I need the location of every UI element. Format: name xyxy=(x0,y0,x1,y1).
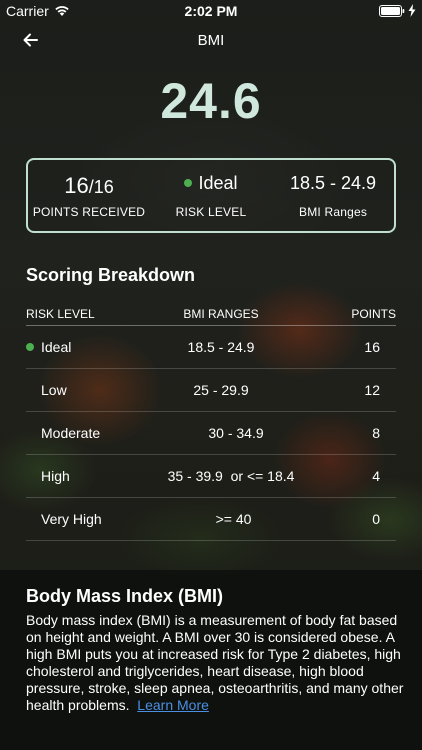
points-summary: 16 /16 POINTS RECEIVED xyxy=(28,160,150,231)
row-bmi-range: 25 - 29.9 xyxy=(193,382,249,398)
row-risk-level: Very High xyxy=(41,511,102,527)
status-bar: Carrier 2:02 PM xyxy=(0,0,422,22)
table-row: High 35 - 39.9 or <= 18.4 4 xyxy=(26,455,396,498)
row-points: 8 xyxy=(372,425,380,441)
row-points: 0 xyxy=(372,511,380,527)
status-time: 2:02 PM xyxy=(184,3,238,19)
back-arrow-icon[interactable] xyxy=(20,30,42,50)
scoring-table: RISK LEVEL BMI RANGES POINTS Ideal 18.5 … xyxy=(26,302,396,541)
row-bmi-range: >= 40 xyxy=(215,511,252,527)
table-row: Very High >= 40 0 xyxy=(26,498,396,541)
navigation-bar: BMI xyxy=(0,22,422,58)
about-bmi-description: Body mass index (BMI) is a measurement o… xyxy=(26,612,404,713)
points-label: POINTS RECEIVED xyxy=(32,204,146,219)
row-points: 16 xyxy=(364,339,380,355)
table-row: Low 25 - 29.9 12 xyxy=(26,369,396,412)
range-value: 18.5 - 24.9 xyxy=(289,172,377,193)
row-risk-level: High xyxy=(41,468,70,484)
row-risk-level: Moderate xyxy=(41,425,101,441)
risk-indicator-dot xyxy=(184,178,193,187)
risk-value-group: Ideal xyxy=(184,172,238,199)
table-row: Ideal 18.5 - 24.9 16 xyxy=(26,326,396,369)
row-risk-level: Low xyxy=(41,382,67,398)
row-bmi-range: 35 - 39.9 or <= 18.4 xyxy=(167,468,295,484)
current-level-dot xyxy=(26,343,34,351)
risk-summary: Ideal RISK LEVEL xyxy=(150,160,272,231)
summary-card: 16 /16 POINTS RECEIVED Ideal RISK LEVEL … xyxy=(26,158,396,233)
row-risk-cell: Ideal xyxy=(26,339,146,355)
header-risk-level: RISK LEVEL xyxy=(26,306,95,321)
table-header: RISK LEVEL BMI RANGES POINTS xyxy=(26,302,396,326)
points-total: /16 xyxy=(88,176,114,197)
row-points: 12 xyxy=(364,382,380,398)
range-summary: 18.5 - 24.9 BMI Ranges xyxy=(272,160,394,231)
scoring-breakdown-title: Scoring Breakdown xyxy=(26,265,196,285)
points-value-group: 16 /16 xyxy=(64,173,114,199)
points-value: 16 xyxy=(64,172,89,198)
range-label: BMI Ranges xyxy=(298,204,368,219)
row-points: 4 xyxy=(372,468,380,484)
battery-icon xyxy=(379,4,405,17)
header-points: POINTS xyxy=(351,306,396,321)
row-bmi-range: 18.5 - 24.9 xyxy=(187,339,255,355)
risk-label: RISK LEVEL xyxy=(175,204,247,219)
about-bmi-title: Body Mass Index (BMI) xyxy=(26,586,224,606)
status-right xyxy=(379,4,416,17)
header-bmi-ranges: BMI RANGES xyxy=(183,306,259,321)
charging-bolt-icon xyxy=(408,4,416,17)
learn-more-link[interactable]: Learn More xyxy=(137,697,209,713)
table-row: Moderate 30 - 34.9 8 xyxy=(26,412,396,455)
row-risk-level: Ideal xyxy=(41,339,72,355)
risk-value: Ideal xyxy=(198,172,238,193)
about-bmi-text: Body mass index (BMI) is a measurement o… xyxy=(26,612,404,714)
page-title: BMI xyxy=(197,31,225,49)
bmi-score: 24.6 xyxy=(160,73,262,129)
row-bmi-range: 30 - 34.9 xyxy=(208,425,264,441)
